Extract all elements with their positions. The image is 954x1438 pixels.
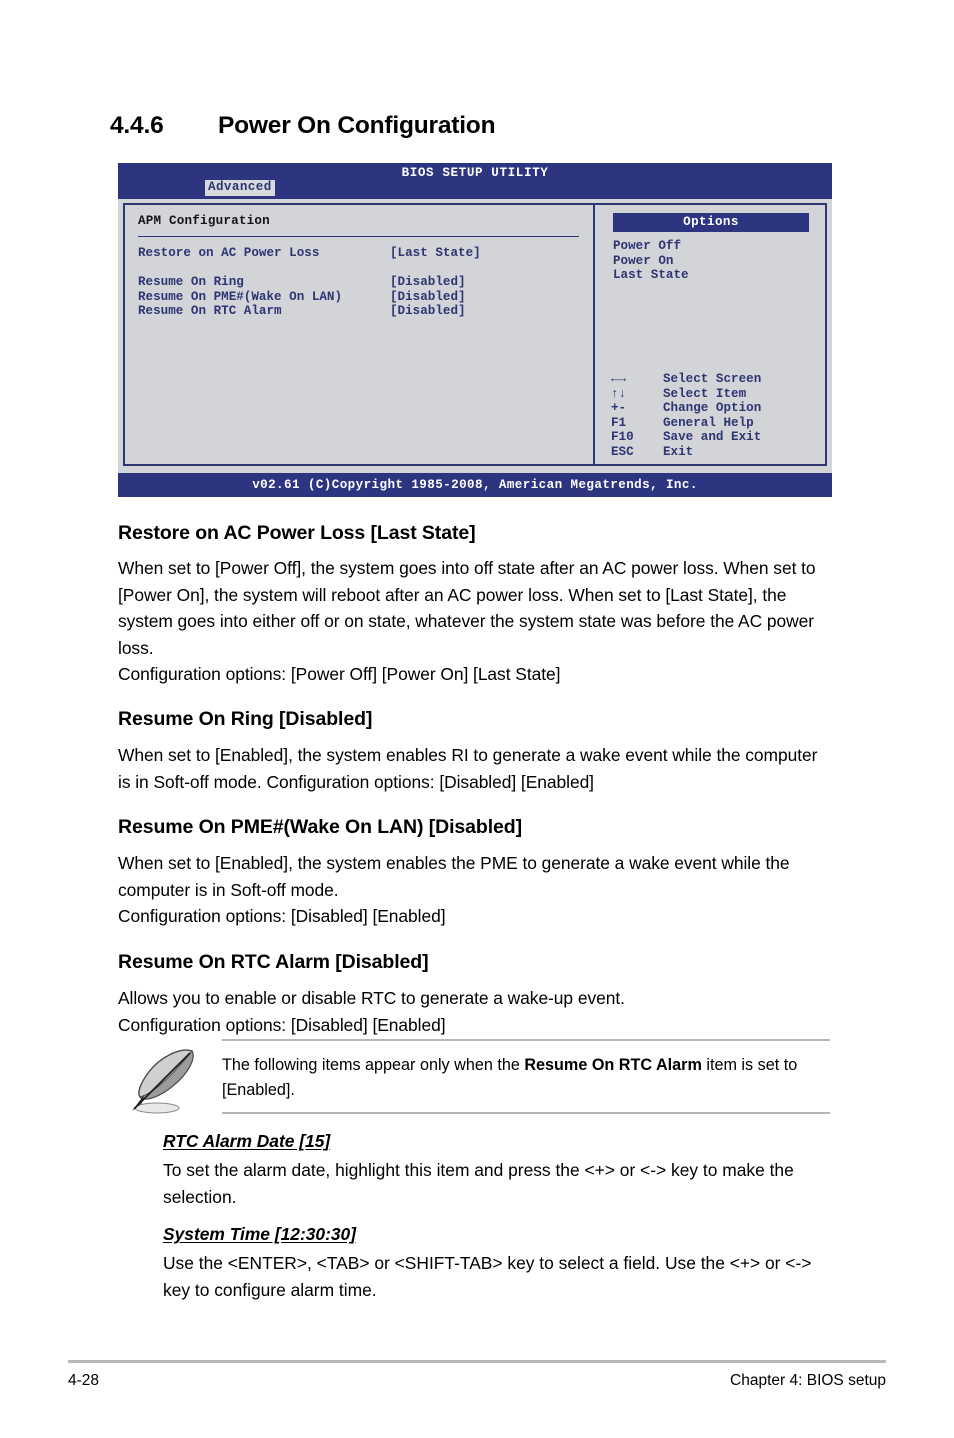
footer-divider [68,1360,886,1363]
subitem-title-rtc-alarm-date: RTC Alarm Date [15] [163,1131,331,1151]
body-restore-on-ac-power-loss: When set to [Power Off], the system goes… [118,555,830,688]
bios-setting-row-restore-on-ac-power-loss[interactable]: Restore on AC Power Loss [Last State] [138,246,588,275]
page-title: 4.4.6 Power On Configuration [110,112,850,140]
bios-body: APM Configuration Restore on AC Power Lo… [118,199,832,473]
bios-setup-screenshot: BIOS SETUP UTILITY Advanced APM Configur… [118,163,832,497]
section-number: 4.4.6 [110,112,164,139]
bios-settings-list: Restore on AC Power Loss [Last State] Re… [138,246,588,319]
setting-label: Resume On PME#(Wake On LAN) [138,289,343,304]
config-options-line: Configuration options: [Disabled] [Enabl… [118,906,446,927]
subitem-title-system-time: System Time [12:30:30] [163,1224,357,1244]
setting-label: Resume On RTC Alarm [138,304,282,319]
setting-value[interactable]: [Last State] [390,246,481,261]
footer-page-number: 4-28 [68,1372,100,1389]
heading-resume-on-rtc-alarm: Resume On RTC Alarm [Disabled] [118,951,429,973]
body-text: Allows you to enable or disable RTC to g… [118,988,625,1008]
body-resume-on-rtc-alarm: Allows you to enable or disable RTC to g… [118,985,830,1038]
body-text: When set to [Enabled], the system enable… [118,853,790,900]
heading-restore-on-ac-power-loss: Restore on AC Power Loss [Last State] [118,522,476,544]
key-legend-desc: Save and Exit [663,430,762,445]
body-resume-on-pme: When set to [Enabled], the system enable… [118,850,830,930]
footer-chapter-label: Chapter 4: BIOS setup [730,1372,886,1389]
bios-options-panel: Options Power Off Power On Last State ←→… [593,203,827,466]
note-divider-bottom [222,1112,830,1114]
bios-setting-row-resume-on-ring[interactable]: Resume On Ring [Disabled] [138,275,588,290]
bios-header-bar: BIOS SETUP UTILITY Advanced [118,163,832,199]
setting-label: Restore on AC Power Loss [138,246,320,260]
config-options-line: Configuration options: [Disabled] [Enabl… [118,1014,446,1035]
setting-value[interactable]: [Disabled] [390,304,466,319]
key-legend-row: F1 General Help [611,416,817,431]
note-text: The following items appear only when the… [222,1053,824,1102]
setting-label: Resume On Ring [138,275,244,290]
key-legend-desc: Select Screen [663,372,762,386]
quill-pen-icon [120,1045,212,1117]
body-resume-on-ring: When set to [Enabled], the system enable… [118,745,818,792]
option-item[interactable]: Power Off [613,239,689,254]
config-options-line: Configuration options: [Power Off] [Powe… [118,664,561,685]
apm-configuration-title: APM Configuration [138,214,270,228]
section-title: Power On Configuration [218,112,496,139]
arrow-up-down-icon: ↑↓ [611,386,627,401]
key-legend-row: F10 Save and Exit [611,430,817,445]
option-item[interactable]: Power On [613,254,689,269]
subitem-body-system-time: Use the <ENTER>, <TAB> or <SHIFT-TAB> ke… [163,1253,812,1300]
key-legend-desc: Change Option [663,401,762,416]
document-page: 4.4.6 Power On Configuration BIOS SETUP … [0,0,954,1438]
key-legend-row: ESC Exit [611,445,817,460]
f1-key: F1 [611,415,627,430]
key-legend-desc: Exit [663,444,694,459]
esc-key: ESC [611,444,634,459]
options-list: Power Off Power On Last State [613,239,689,283]
setting-value[interactable]: [Disabled] [390,290,466,305]
key-legend-row: ↑↓ Select Item [611,387,817,402]
bios-settings-panel: APM Configuration Restore on AC Power Lo… [123,203,593,466]
heading-resume-on-ring: Resume On Ring [Disabled] [118,708,373,730]
subitem-body-rtc-alarm-date: To set the alarm date, highlight this it… [163,1160,794,1207]
bios-copyright-bar: v02.61 (C)Copyright 1985-2008, American … [118,473,832,497]
option-item[interactable]: Last State [613,268,689,283]
body-text: When set to [Power Off], the system goes… [118,558,816,658]
bios-setting-row-resume-on-rtc-alarm[interactable]: Resume On RTC Alarm [Disabled] [138,304,588,319]
bios-utility-title: BIOS SETUP UTILITY [401,166,549,180]
plus-minus-key: +- [611,401,627,416]
note-text-before: The following items appear only when the [222,1056,525,1074]
heading-resume-on-pme: Resume On PME#(Wake On LAN) [Disabled] [118,816,522,838]
note-text-bold: Resume On RTC Alarm [524,1056,702,1074]
f10-key: F10 [611,430,634,445]
bios-tab-advanced[interactable]: Advanced [205,180,275,196]
key-legend-desc: Select Item [663,386,747,401]
key-legend-desc: General Help [663,415,754,430]
bios-key-legend: ←→ Select Screen ↑↓ Select Item +- Chang… [611,372,817,460]
key-legend-row: ←→ Select Screen [611,372,817,387]
setting-value[interactable]: [Disabled] [390,275,466,290]
key-legend-row: +- Change Option [611,401,817,416]
note-divider-top [222,1039,830,1041]
note-callout: The following items appear only when the… [118,1039,830,1117]
panel-divider [138,236,579,237]
bios-setting-row-resume-on-pme[interactable]: Resume On PME#(Wake On LAN) [Disabled] [138,290,588,305]
arrow-left-right-icon: ←→ [611,372,627,386]
options-header: Options [613,213,809,232]
